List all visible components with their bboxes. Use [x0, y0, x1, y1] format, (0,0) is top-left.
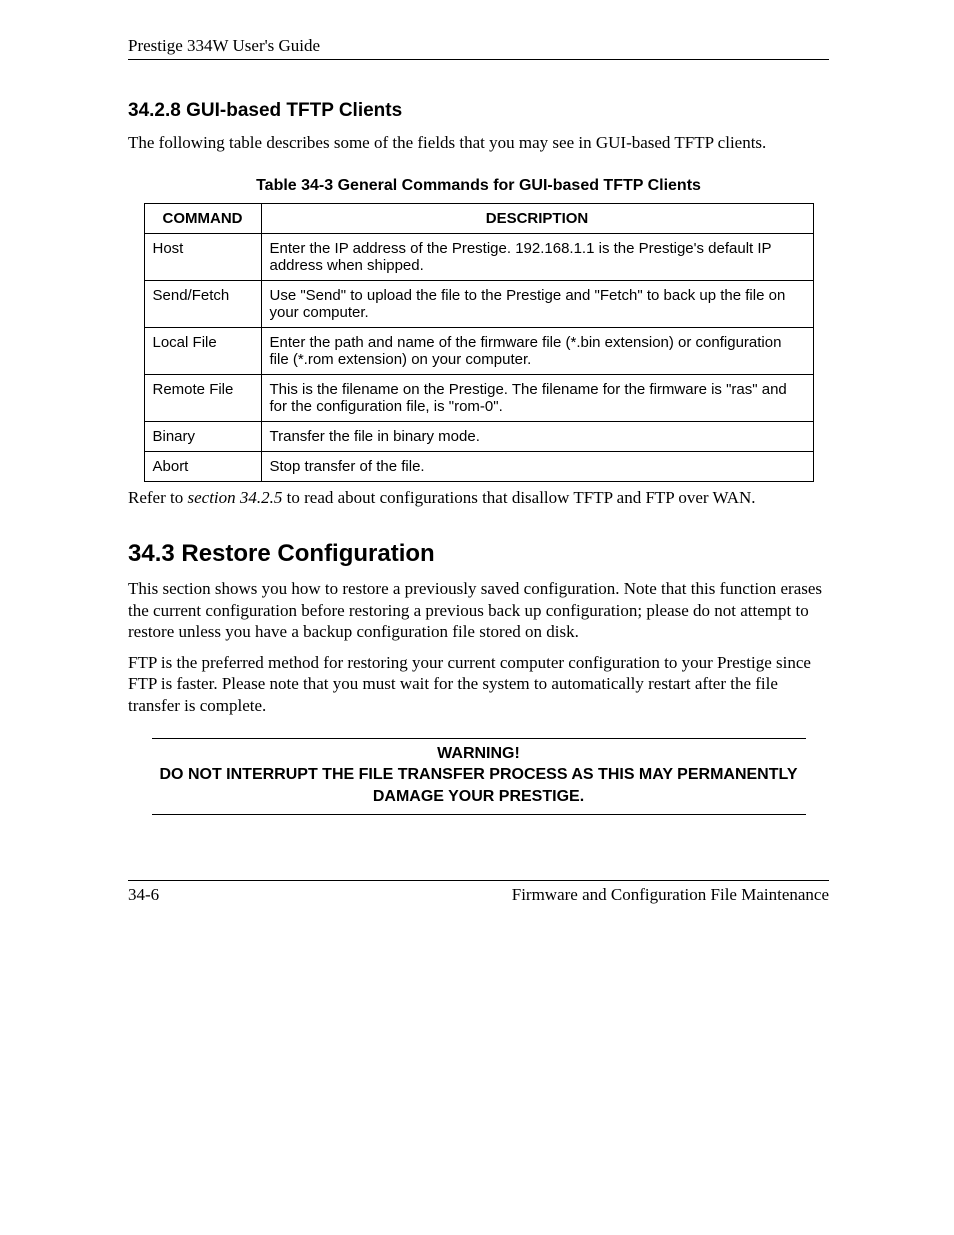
- col-command: COMMAND: [144, 204, 261, 234]
- section1-intro: The following table describes some of th…: [128, 132, 829, 153]
- section-reference: section 34.2.5: [187, 488, 282, 507]
- subsection-heading: 34.2.8 GUI-based TFTP Clients: [128, 100, 829, 122]
- cell-description: Enter the IP address of the Prestige. 19…: [261, 234, 813, 281]
- cell-description: This is the filename on the Prestige. Th…: [261, 375, 813, 422]
- cell-description: Stop transfer of the file.: [261, 452, 813, 482]
- table-row: Host Enter the IP address of the Prestig…: [144, 234, 813, 281]
- cell-command: Remote File: [144, 375, 261, 422]
- table-header-row: COMMAND DESCRIPTION: [144, 204, 813, 234]
- table-caption: Table 34-3 General Commands for GUI-base…: [128, 177, 829, 195]
- col-description: DESCRIPTION: [261, 204, 813, 234]
- table-row: Send/Fetch Use "Send" to upload the file…: [144, 281, 813, 328]
- commands-table: COMMAND DESCRIPTION Host Enter the IP ad…: [144, 203, 814, 482]
- warning-callout: WARNING! DO NOT INTERRUPT THE FILE TRANS…: [152, 738, 806, 815]
- table-row: Remote File This is the filename on the …: [144, 375, 813, 422]
- table-row: Binary Transfer the file in binary mode.: [144, 422, 813, 452]
- table-row: Local File Enter the path and name of th…: [144, 328, 813, 375]
- cell-command: Local File: [144, 328, 261, 375]
- cell-command: Abort: [144, 452, 261, 482]
- page-footer: 34-6 Firmware and Configuration File Mai…: [128, 880, 829, 905]
- warning-body: DO NOT INTERRUPT THE FILE TRANSFER PROCE…: [160, 764, 798, 807]
- footer-chapter-title: Firmware and Configuration File Maintena…: [512, 885, 829, 905]
- page: Prestige 334W User's Guide 34.2.8 GUI-ba…: [0, 0, 954, 1235]
- after-table-note: Refer to section 34.2.5 to read about co…: [128, 488, 829, 508]
- section2-para1: This section shows you how to restore a …: [128, 578, 829, 642]
- cell-command: Send/Fetch: [144, 281, 261, 328]
- table-row: Abort Stop transfer of the file.: [144, 452, 813, 482]
- cell-description: Transfer the file in binary mode.: [261, 422, 813, 452]
- after-table-post: to read about configurations that disall…: [282, 488, 755, 507]
- cell-command: Binary: [144, 422, 261, 452]
- warning-title: WARNING!: [160, 743, 798, 765]
- cell-command: Host: [144, 234, 261, 281]
- running-header: Prestige 334W User's Guide: [128, 36, 829, 60]
- cell-description: Use "Send" to upload the file to the Pre…: [261, 281, 813, 328]
- after-table-pre: Refer to: [128, 488, 187, 507]
- footer-page-number: 34-6: [128, 885, 159, 905]
- section2-para2: FTP is the preferred method for restorin…: [128, 652, 829, 716]
- section-heading: 34.3 Restore Configuration: [128, 540, 829, 568]
- cell-description: Enter the path and name of the firmware …: [261, 328, 813, 375]
